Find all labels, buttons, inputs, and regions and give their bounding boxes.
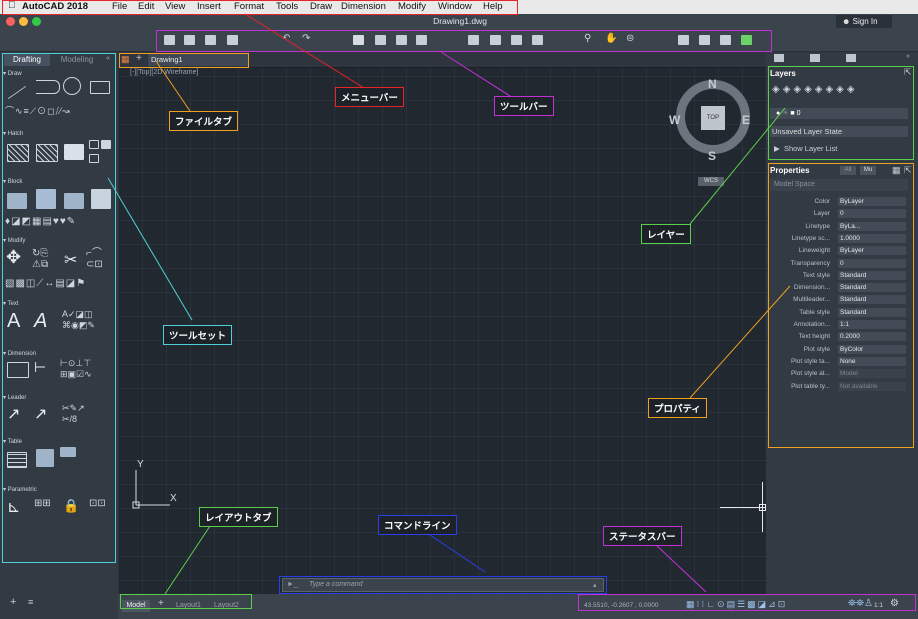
annotation-commandline: コマンドライン — [378, 515, 457, 535]
sign-in-button[interactable]: ☻ Sign In — [836, 15, 892, 28]
wcs-menu[interactable]: WCS — [698, 177, 724, 186]
compass-west[interactable]: W — [669, 113, 680, 127]
zoom-window-button[interactable] — [32, 17, 41, 26]
annotation-menubar: メニューバー — [335, 87, 404, 107]
panel-blocks-tab-icon[interactable] — [846, 54, 856, 62]
window-titlebar: Drawing1.dwg ☻ Sign In — [0, 14, 918, 29]
annotation-properties: プロパティ — [648, 398, 707, 418]
user-icon: ☻ — [842, 17, 851, 26]
compass-south[interactable]: S — [708, 149, 716, 163]
toolset-highlight — [2, 53, 116, 563]
annotation-toolbar: ツールバー — [494, 96, 554, 116]
viewcube-top-face[interactable]: TOP — [701, 106, 725, 130]
panel-properties-tab-icon[interactable] — [810, 54, 820, 62]
layer-highlight — [768, 66, 914, 160]
layouttab-highlight — [120, 594, 252, 609]
ucs-icon — [132, 470, 170, 509]
compass-east[interactable]: E — [742, 113, 750, 127]
properties-highlight — [768, 163, 914, 448]
commandline-highlight — [279, 576, 607, 594]
statusbar-highlight — [578, 594, 916, 611]
minimize-window-button[interactable] — [19, 17, 28, 26]
annotation-filetab: ファイルタブ — [169, 111, 239, 131]
panel-layers-tab-icon[interactable] — [774, 54, 784, 62]
compass-north[interactable]: N — [708, 77, 717, 91]
window-title: Drawing1.dwg — [433, 16, 487, 26]
ucs-y-label: Y — [137, 459, 144, 470]
add-palette-icon[interactable]: + — [10, 596, 16, 608]
sign-in-label: Sign In — [852, 17, 878, 26]
expand-panel-icon[interactable]: » — [906, 53, 910, 60]
close-window-button[interactable] — [6, 17, 15, 26]
filetab-highlight — [119, 53, 249, 68]
annotation-statusbar: ステータスバー — [603, 526, 682, 546]
palette-menu-icon[interactable]: ≡ — [28, 597, 33, 607]
annotation-layer: レイヤー — [641, 224, 691, 244]
viewport-controls[interactable]: [-][Top][2D Wireframe] — [130, 69, 198, 76]
menubar-highlight — [2, 0, 518, 15]
ucs-x-label: X — [170, 493, 177, 504]
annotation-toolset: ツールセット — [163, 325, 233, 345]
annotation-layouttab: レイアウトタブ — [199, 507, 278, 527]
toolbar-highlight — [156, 30, 772, 52]
crosshair-pickbox — [759, 504, 766, 511]
